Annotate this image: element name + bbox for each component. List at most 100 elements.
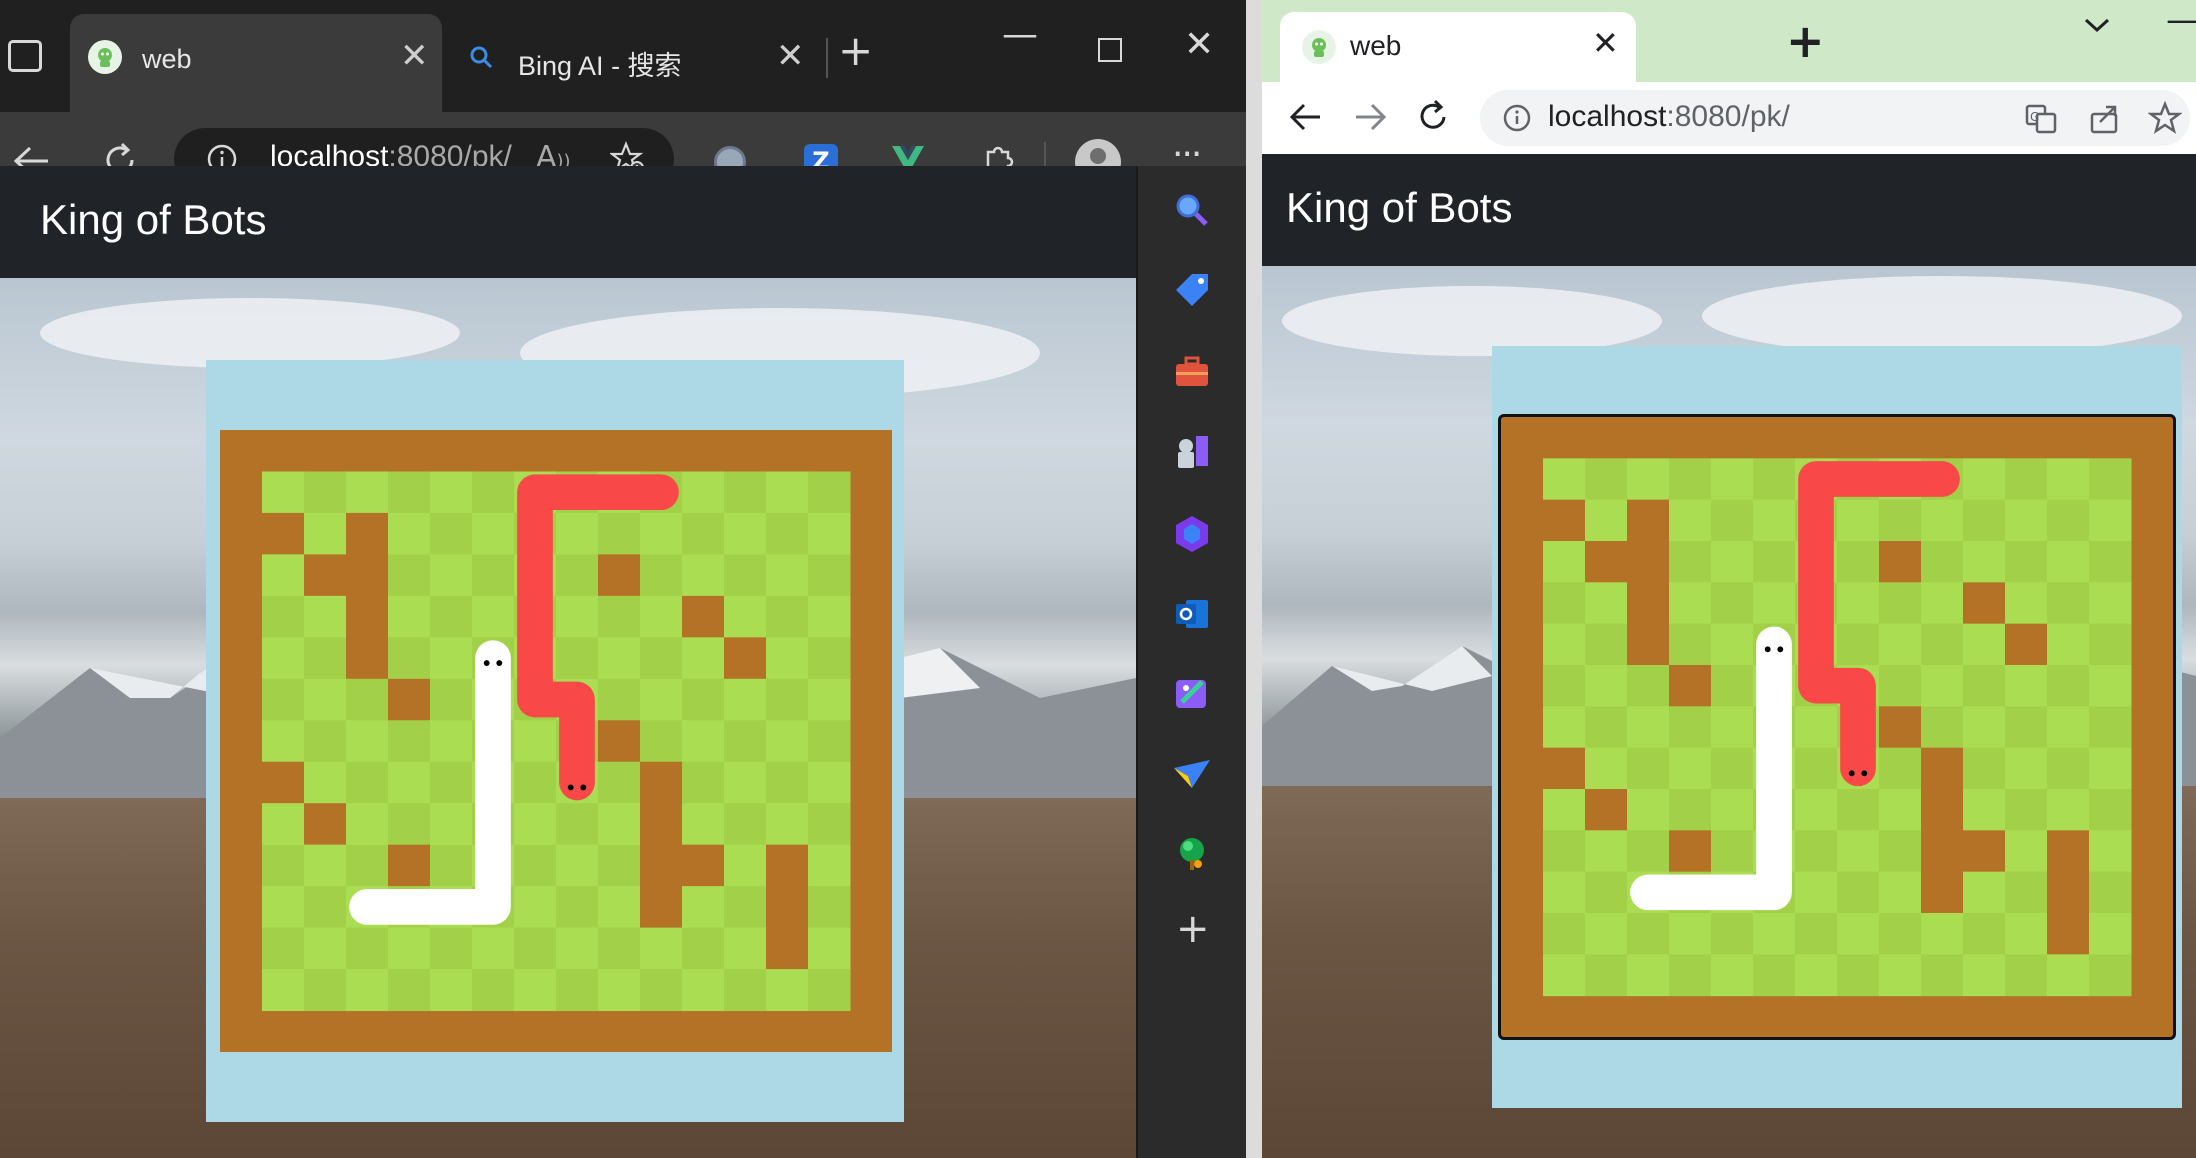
grass-cell: [1585, 582, 1628, 625]
grass-cell: [766, 637, 809, 680]
grass-cell: [808, 637, 851, 680]
chrome-window: web ✕ + — localhost:8080/pk/ G King of B…: [1262, 0, 2196, 1158]
grass-cell: [1711, 830, 1754, 873]
grass-cell: [808, 761, 851, 804]
grass-cell: [1879, 871, 1922, 914]
translate-icon[interactable]: G: [2024, 102, 2058, 136]
grass-cell: [808, 844, 851, 887]
grass-cell: [1963, 665, 2006, 707]
forward-arrow-icon[interactable]: [1352, 100, 1388, 134]
grass-cell: [304, 761, 347, 804]
grass-cell: [1627, 830, 1670, 873]
grass-cell: [1711, 913, 1754, 955]
shopping-tag-icon[interactable]: [1172, 270, 1212, 310]
grass-cell: [1543, 665, 1586, 707]
grass-cell: [682, 886, 725, 929]
drop-send-icon[interactable]: [1172, 754, 1212, 794]
grass-cell: [2005, 789, 2048, 831]
designer-icon[interactable]: [1172, 674, 1212, 714]
minimize-icon[interactable]: —: [1002, 14, 1038, 55]
close-window-icon[interactable]: ✕: [1184, 24, 1214, 65]
grass-cell: [808, 720, 851, 763]
grass-cell: [1837, 830, 1880, 873]
grass-cell: [640, 512, 683, 555]
grass-cell: [388, 720, 431, 763]
close-tab-icon[interactable]: ✕: [1592, 24, 1619, 62]
add-icon[interactable]: +: [1176, 906, 1210, 952]
grass-cell: [1543, 706, 1586, 749]
grass-cell: [2089, 830, 2132, 873]
tab-web[interactable]: web ✕: [70, 14, 442, 112]
maximize-icon[interactable]: [1098, 38, 1122, 62]
wall-cell: [1963, 582, 2006, 625]
grass-cell: [1669, 789, 1712, 831]
tab-title: web: [142, 44, 192, 74]
search-icon[interactable]: [1172, 190, 1212, 230]
wall-cell: [1921, 871, 1964, 914]
grass-cell: [1879, 913, 1922, 955]
grass-cell: [682, 471, 725, 514]
grass-cell: [1543, 871, 1586, 914]
bookmark-star-icon[interactable]: [2148, 101, 2182, 135]
grass-cell: [514, 844, 557, 887]
close-tab-icon[interactable]: ✕: [776, 36, 805, 76]
grass-cell: [598, 803, 641, 846]
grass-cell: [388, 554, 431, 597]
grass-cell: [1837, 789, 1880, 831]
tab-bing-ai[interactable]: Bing AI - 搜索 ✕: [448, 14, 820, 112]
grass-cell: [556, 969, 599, 1012]
grass-cell: [1753, 499, 1796, 542]
grass-cell: [808, 554, 851, 597]
grass-cell: [2005, 499, 2048, 542]
back-arrow-icon[interactable]: [1288, 100, 1324, 134]
grass-cell: [1753, 541, 1796, 583]
navbar: King of Bots: [0, 166, 1136, 278]
wall-cell: [598, 554, 641, 597]
grass-cell: [2047, 665, 2090, 707]
tools-briefcase-icon[interactable]: [1172, 352, 1212, 392]
tab-web[interactable]: web ✕: [1280, 12, 1636, 82]
minimize-icon[interactable]: —: [2166, 0, 2196, 40]
grass-cell: [1879, 789, 1922, 831]
grass-cell: [346, 803, 389, 846]
wall-cell: [346, 554, 389, 597]
tree-icon[interactable]: [1172, 834, 1212, 874]
wall-cell: [388, 844, 431, 887]
grass-cell: [2089, 582, 2132, 625]
grass-cell: [1585, 830, 1628, 873]
refresh-icon[interactable]: [1414, 98, 1452, 136]
grass-cell: [808, 886, 851, 929]
microsoft365-icon[interactable]: [1172, 514, 1212, 554]
wall-cell: [1921, 789, 1964, 831]
wall-cell: [1627, 623, 1670, 666]
grass-cell: [304, 471, 347, 514]
grass-cell: [1921, 913, 1964, 955]
info-icon[interactable]: [1502, 103, 1532, 133]
tab-actions-icon[interactable]: [8, 40, 42, 72]
tab-search-chevron-icon[interactable]: [2082, 14, 2112, 38]
grass-cell: [1711, 499, 1754, 542]
close-tab-icon[interactable]: ✕: [400, 36, 429, 76]
new-tab-icon[interactable]: +: [1786, 14, 1825, 68]
grass-cell: [388, 927, 431, 970]
grass-cell: [430, 595, 473, 638]
brand-link[interactable]: King of Bots: [1286, 184, 1512, 232]
grass-cell: [430, 761, 473, 804]
brand-link[interactable]: King of Bots: [40, 196, 266, 244]
games-icon[interactable]: [1172, 432, 1212, 472]
grass-cell: [1795, 747, 1838, 790]
game-canvas: [1543, 458, 2132, 997]
grass-cell: [598, 886, 641, 929]
grass-cell: [430, 844, 473, 887]
url-text[interactable]: localhost:8080/pk/: [1548, 100, 1790, 134]
grass-cell: [262, 720, 305, 763]
grass-cell: [262, 969, 305, 1012]
address-bar[interactable]: localhost:8080/pk/ G: [1480, 90, 2190, 146]
grass-cell: [1963, 747, 2006, 790]
outlook-icon[interactable]: [1172, 594, 1212, 634]
grass-cell: [304, 720, 347, 763]
new-tab-icon[interactable]: +: [838, 26, 873, 75]
share-icon[interactable]: [2088, 102, 2122, 136]
grass-cell: [556, 927, 599, 970]
grass-cell: [556, 554, 599, 597]
